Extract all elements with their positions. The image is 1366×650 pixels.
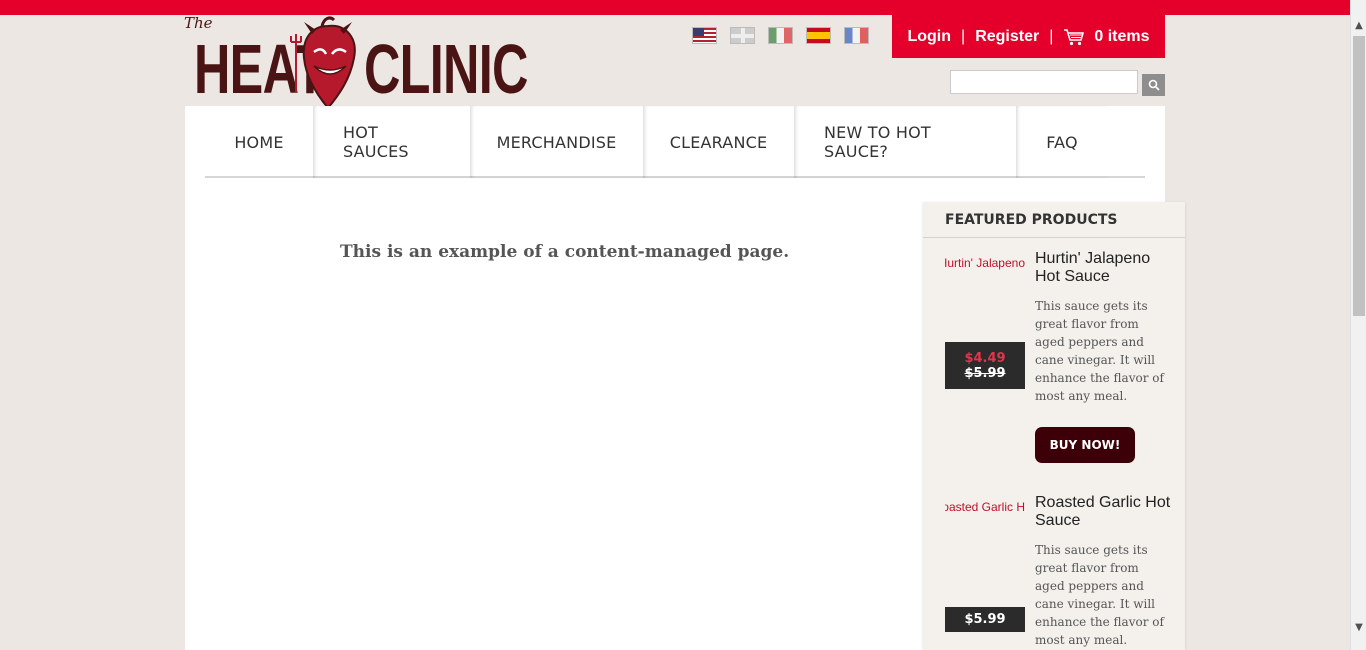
- product-description: This sauce gets its great flavor from ag…: [1035, 543, 1164, 647]
- product-name[interactable]: Roasted Garlic Hot Sauce: [1035, 494, 1175, 530]
- product-price: $5.99: [964, 612, 1006, 627]
- nav-item-new-to-hot-sauce[interactable]: NEW TO HOT SAUCE?: [794, 106, 1016, 178]
- separator: |: [961, 27, 966, 45]
- page-scrollbar[interactable]: ▲ ▼: [1350, 0, 1366, 650]
- nav-item-hot-sauces[interactable]: HOT SAUCES: [313, 106, 470, 178]
- product-description: This sauce gets its great flavor from ag…: [1035, 299, 1164, 403]
- page-content-text: This is an example of a content-managed …: [340, 242, 790, 262]
- price-box: $5.99: [945, 607, 1025, 632]
- main-navigation: HOME HOT SAUCES MERCHANDISE CLEARANCE NE…: [205, 106, 1145, 178]
- search-input[interactable]: [950, 70, 1138, 94]
- france-flag-icon[interactable]: [844, 27, 869, 44]
- featured-products-sidebar: FEATURED PRODUCTS Hurtin' Jalapeno Hurti…: [923, 202, 1185, 650]
- register-link[interactable]: Register: [975, 28, 1039, 46]
- featured-products-title: FEATURED PRODUCTS: [923, 202, 1185, 238]
- nav-item-merchandise[interactable]: MERCHANDISE: [470, 106, 643, 178]
- product-image[interactable]: Hurtin' Jalapeno: [945, 256, 1025, 270]
- language-flags: [692, 27, 869, 44]
- search-icon: [1148, 79, 1160, 91]
- cart-icon[interactable]: [1063, 28, 1085, 46]
- separator: |: [1049, 27, 1054, 45]
- nav-item-faq[interactable]: FAQ: [1016, 106, 1108, 178]
- scroll-down-arrow-icon[interactable]: ▼: [1351, 620, 1366, 636]
- mexico-flag-icon[interactable]: [768, 27, 793, 44]
- original-price: $5.99: [964, 365, 1006, 381]
- price-box: $4.49 $5.99: [945, 342, 1025, 389]
- sale-price: $4.49: [964, 350, 1006, 366]
- uk-flag-icon[interactable]: [730, 27, 755, 44]
- us-flag-icon[interactable]: [692, 27, 717, 44]
- account-bar: Login | Register | 0 items: [892, 15, 1165, 58]
- cart-items-link[interactable]: 0 items: [1094, 28, 1149, 46]
- buy-now-button[interactable]: BUY NOW!: [1035, 427, 1135, 463]
- scrollbar-thumb[interactable]: [1353, 36, 1365, 316]
- chili-devil-icon: [290, 16, 356, 110]
- logo-clinic-text: CLINIC: [364, 30, 528, 108]
- search-button[interactable]: [1142, 74, 1165, 96]
- product-name[interactable]: Hurtin' Jalapeno Hot Sauce: [1035, 250, 1175, 286]
- heat-clinic-logo[interactable]: The HEAT CLINIC: [184, 12, 528, 110]
- product-card: Hurtin' Jalapeno Hurtin' Jalapeno Hot Sa…: [923, 238, 1185, 482]
- login-link[interactable]: Login: [907, 28, 951, 46]
- product-image[interactable]: Roasted Garlic H: [945, 500, 1025, 514]
- nav-item-home[interactable]: HOME: [205, 106, 313, 178]
- product-card: Roasted Garlic H Roasted Garlic Hot Sauc…: [923, 482, 1185, 650]
- scroll-up-arrow-icon[interactable]: ▲: [1351, 18, 1366, 34]
- spain-flag-icon[interactable]: [806, 27, 831, 44]
- nav-item-clearance[interactable]: CLEARANCE: [643, 106, 794, 178]
